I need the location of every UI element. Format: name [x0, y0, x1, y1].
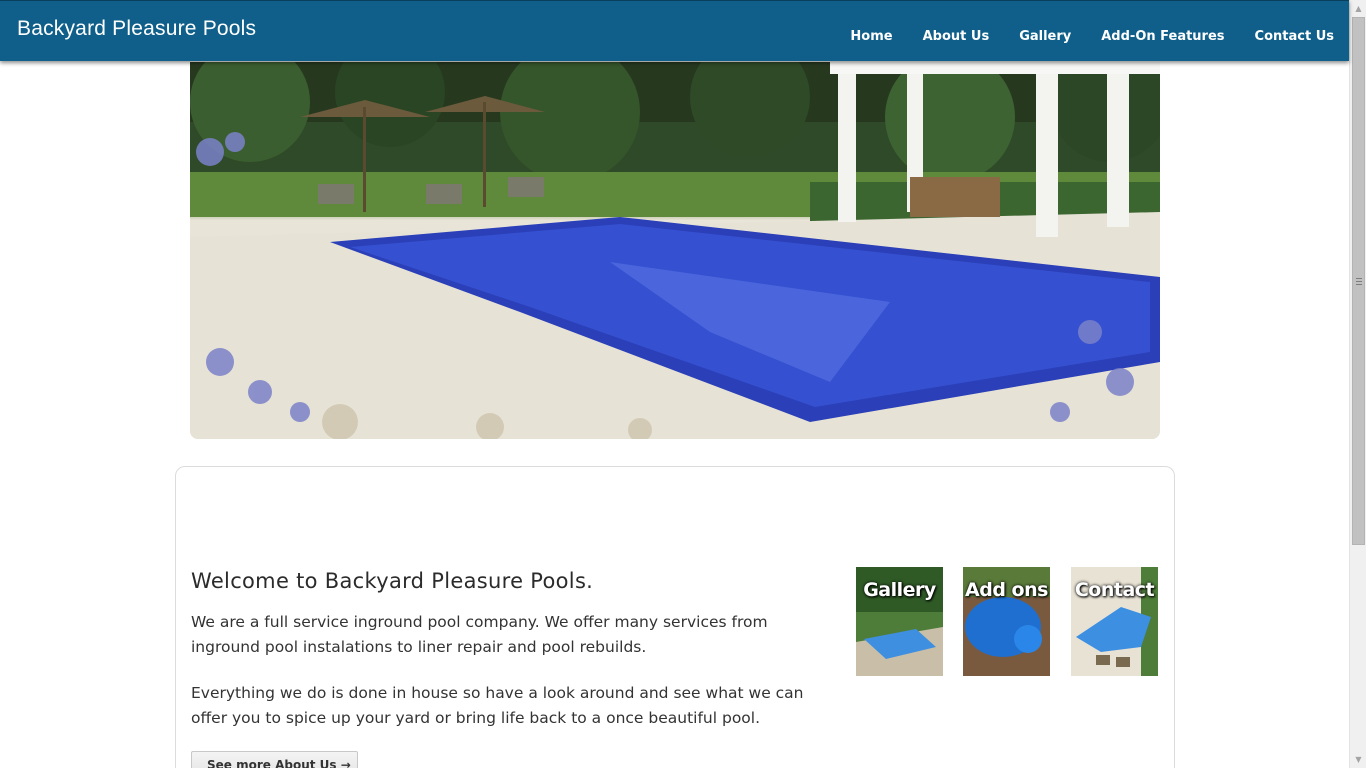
intro-paragraph: We are a full service inground pool comp… [191, 613, 768, 656]
scroll-up-arrow-icon[interactable]: ▲ [1350, 0, 1366, 17]
page-scrollbar[interactable]: ▲ ▼ [1349, 0, 1366, 768]
nav-gallery[interactable]: Gallery [1004, 27, 1086, 47]
thumb-add-ons[interactable]: Add ons [963, 567, 1050, 676]
welcome-heading: Welcome to Backyard Pleasure Pools. [191, 569, 594, 593]
thumb-add-ons-caption: Add ons [965, 579, 1048, 601]
thumb-contact-caption: Contact [1074, 579, 1155, 601]
hero-pool-image [190, 62, 1160, 439]
thumb-gallery[interactable]: Gallery [856, 567, 943, 676]
nav-home[interactable]: Home [835, 27, 907, 47]
thumb-gallery-caption: Gallery [863, 579, 936, 601]
nav-contact-us[interactable]: Contact Us [1240, 27, 1349, 47]
nav-about-us[interactable]: About Us [908, 27, 1005, 47]
scroll-thumb[interactable] [1352, 17, 1365, 545]
see-more-about-button[interactable]: See more About Us → [191, 751, 358, 768]
secondary-paragraph: Everything we do is done in house so hav… [191, 684, 804, 727]
scroll-down-arrow-icon[interactable]: ▼ [1350, 751, 1366, 768]
site-header: Backyard Pleasure Pools Home About Us Ga… [0, 0, 1349, 61]
scroll-grip-icon [1356, 278, 1362, 285]
site-brand[interactable]: Backyard Pleasure Pools [17, 17, 256, 41]
nav-add-on-features[interactable]: Add-On Features [1086, 27, 1239, 47]
thumb-contact[interactable]: Contact [1071, 567, 1158, 676]
main-nav: Home About Us Gallery Add-On Features Co… [835, 27, 1349, 47]
